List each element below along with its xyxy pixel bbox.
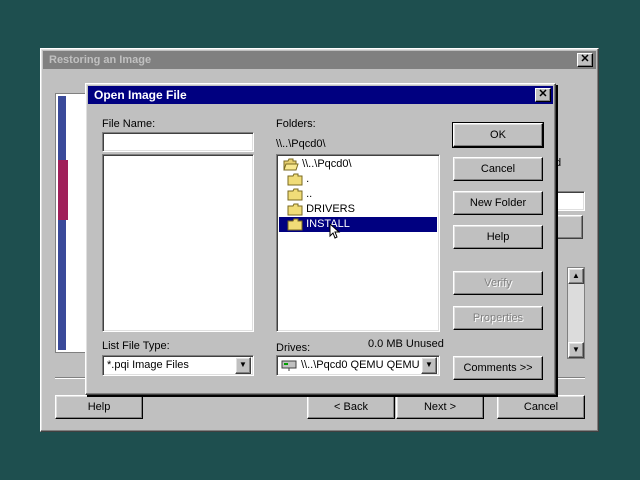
file-type-select[interactable]: *.pqi Image Files ▼ <box>102 355 254 376</box>
dialog-titlebar: Open Image File <box>88 86 553 104</box>
file-name-input[interactable] <box>102 132 254 152</box>
verify-button[interactable]: Verify <box>453 271 543 295</box>
current-path: \\..\Pqcd0\ <box>276 138 326 150</box>
tree-label: DRIVERS <box>306 203 355 215</box>
folder-icon <box>287 173 303 186</box>
tree-label: INSTALL <box>306 218 350 230</box>
scroll-down-arrow[interactable]: ▼ <box>568 342 584 358</box>
wizard-help-button[interactable]: Help <box>55 395 143 419</box>
drive-select[interactable]: \\..\Pqcd0 QEMU QEMU ▼ <box>276 355 440 376</box>
cancel-button[interactable]: Cancel <box>453 157 543 181</box>
chevron-down-icon[interactable]: ▼ <box>421 357 437 374</box>
mouse-cursor-icon <box>329 223 341 239</box>
wizard-cancel-button[interactable]: Cancel <box>497 395 585 419</box>
wizard-next-button[interactable]: Next > <box>396 395 484 419</box>
restore-window-titlebar: Restoring an Image <box>43 51 596 69</box>
drives-label: Drives: <box>276 342 311 354</box>
scroll-up-arrow[interactable]: ▲ <box>568 268 584 284</box>
network-drive-icon <box>281 360 297 371</box>
wizard-graphic-bar-magenta <box>58 160 68 220</box>
open-folder-icon <box>283 158 299 171</box>
ok-button[interactable]: OK <box>452 122 544 148</box>
list-file-type-label: List File Type: <box>102 340 170 352</box>
folder-icon <box>287 188 303 201</box>
folders-label: Folders: <box>276 118 316 130</box>
help-button[interactable]: Help <box>453 225 543 249</box>
close-icon: ✕ <box>538 88 548 100</box>
tree-label: . <box>306 173 310 185</box>
new-folder-button[interactable]: New Folder <box>453 191 543 215</box>
wizard-graphic-bar-blue <box>58 96 66 350</box>
folder-tree[interactable]: \\..\Pqcd0\ . .. DRIVERS INSTALL <box>276 154 440 332</box>
tree-item-drivers[interactable]: DRIVERS <box>287 202 355 217</box>
folder-icon <box>287 218 303 231</box>
partial-list-scrollbar[interactable]: ▲ ▼ <box>567 267 585 359</box>
tree-label: .. <box>306 188 313 200</box>
desktop: { "background_window": { "title": "Resto… <box>0 0 640 480</box>
folder-icon <box>287 203 303 216</box>
tree-item-root[interactable]: \\..\Pqcd0\ <box>283 157 352 172</box>
tree-item-dot[interactable]: . <box>287 172 309 187</box>
wizard-graphic-panel <box>55 93 87 353</box>
open-image-dialog: Open Image File ✕ File Name: List File T… <box>85 83 556 395</box>
tree-label: \\..\Pqcd0\ <box>302 158 352 170</box>
chevron-down-icon[interactable]: ▼ <box>235 357 251 374</box>
tree-item-install-selected[interactable]: INSTALL <box>279 217 437 232</box>
dialog-close-button[interactable]: ✕ <box>535 88 551 102</box>
comments-button[interactable]: Comments >> <box>453 356 543 380</box>
wizard-back-button[interactable]: < Back <box>307 395 395 419</box>
dialog-title: Open Image File <box>94 88 187 102</box>
restore-window-title: Restoring an Image <box>49 54 152 66</box>
drive-value: \\..\Pqcd0 QEMU QEMU <box>301 359 420 371</box>
tree-item-dotdot[interactable]: .. <box>287 187 312 202</box>
drive-space-text: 0.0 MB Unused <box>368 338 444 350</box>
close-icon: ✕ <box>580 53 590 65</box>
file-name-label: File Name: <box>102 118 156 130</box>
file-list[interactable] <box>102 154 254 332</box>
partial-textbox <box>555 191 585 211</box>
properties-button[interactable]: Properties <box>453 306 543 330</box>
restore-window-close-button[interactable]: ✕ <box>577 53 593 67</box>
partial-button <box>555 215 583 239</box>
file-type-value: *.pqi Image Files <box>107 359 189 371</box>
